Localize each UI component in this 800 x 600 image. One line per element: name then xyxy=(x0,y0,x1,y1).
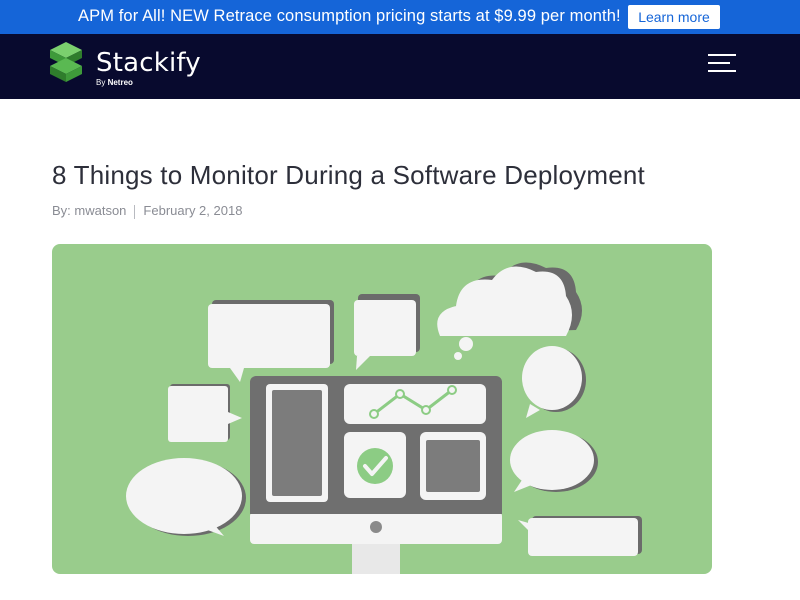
promo-banner: APM for All! NEW Retrace consumption pri… xyxy=(0,0,800,34)
speech-bubble-icon xyxy=(518,516,642,556)
top-nav: Stackify By Netreo xyxy=(0,34,800,99)
monitor-icon xyxy=(250,376,502,574)
meta-divider xyxy=(134,204,136,219)
article-title: 8 Things to Monitor During a Software De… xyxy=(52,160,645,190)
speech-bubble-icon xyxy=(126,458,246,536)
publish-date: February 2, 2018 xyxy=(143,203,243,218)
promo-text: APM for All! NEW Retrace consumption pri… xyxy=(78,7,621,25)
menu-line xyxy=(708,62,730,64)
learn-more-button[interactable]: Learn more xyxy=(628,5,720,29)
menu-line xyxy=(708,70,736,72)
article-meta: By: mwatson February 2, 2018 xyxy=(52,203,242,219)
monitoring-illustration xyxy=(126,262,642,574)
speech-bubble-icon xyxy=(208,300,334,382)
stackify-logo[interactable]: Stackify By Netreo xyxy=(50,40,201,90)
speech-bubble-icon xyxy=(168,384,242,442)
cloud-icon xyxy=(437,262,582,360)
logo-company: Netreo xyxy=(107,78,133,87)
menu-line xyxy=(708,54,736,56)
logo-by-text: By xyxy=(96,78,106,87)
hero-image xyxy=(52,244,712,574)
speech-bubble-icon xyxy=(522,346,586,418)
logo-wordmark: Stackify xyxy=(96,48,201,78)
author-link[interactable]: By: mwatson xyxy=(52,203,126,218)
speech-bubble-icon xyxy=(510,430,598,492)
stackify-logo-icon xyxy=(50,42,82,82)
logo-byline: By Netreo xyxy=(96,78,133,87)
hamburger-menu-icon[interactable] xyxy=(708,54,740,78)
speech-bubble-icon xyxy=(354,294,420,370)
